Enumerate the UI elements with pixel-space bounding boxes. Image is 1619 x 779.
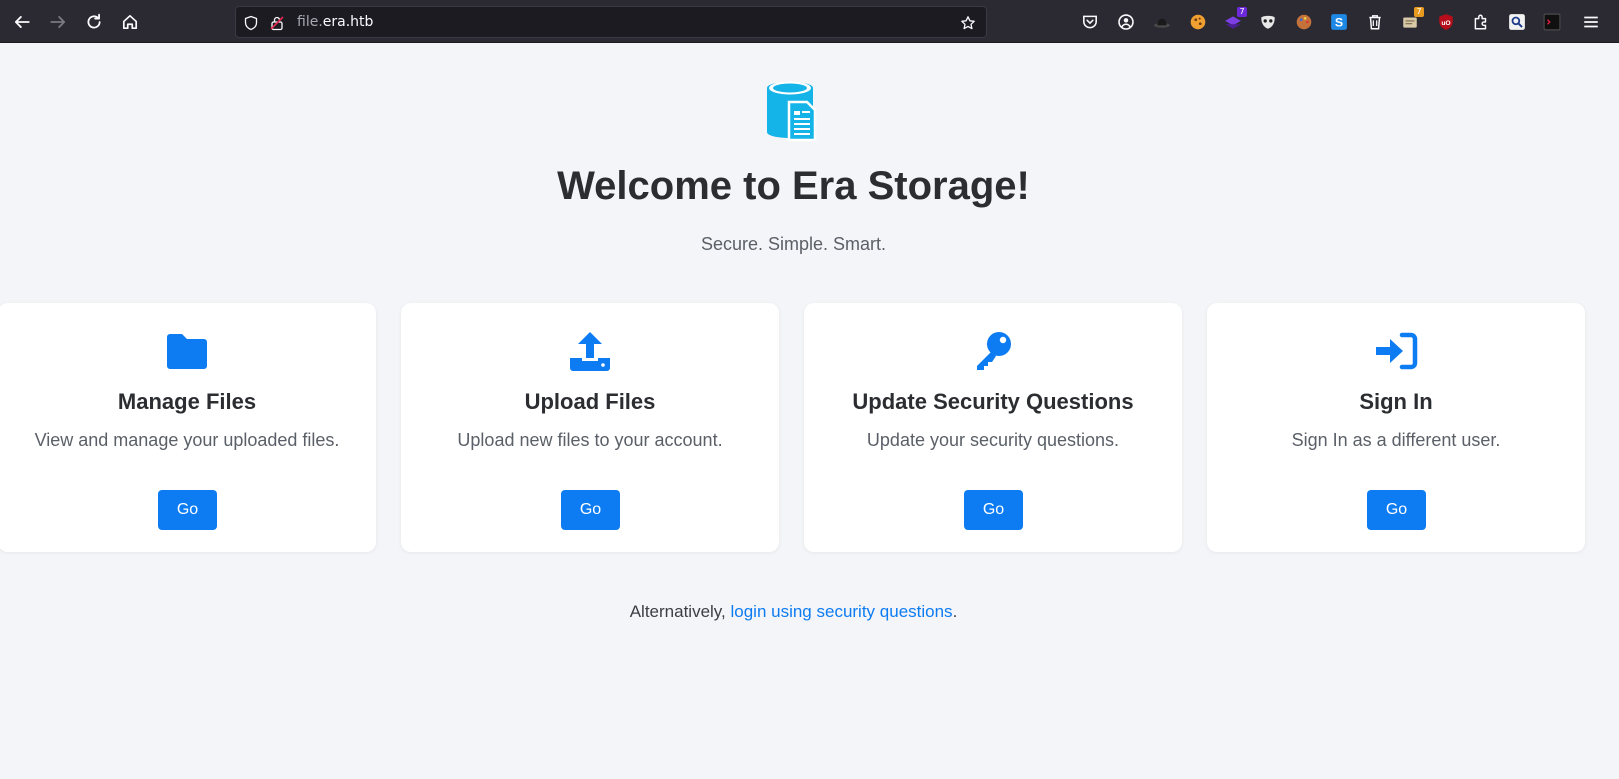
trash-icon[interactable]: [1365, 12, 1385, 32]
footer-suffix: .: [952, 602, 958, 621]
card-update-security-questions: Update Security Questions Update your se…: [804, 303, 1182, 552]
back-arrow-icon: [14, 16, 30, 28]
card-description: Upload new files to your account.: [457, 430, 723, 450]
sign-in-go-button[interactable]: Go: [1367, 490, 1426, 530]
card-upload-files: Upload Files Upload new files to your ac…: [401, 303, 779, 552]
forward-arrow-icon: [50, 16, 66, 28]
back-button[interactable]: [8, 8, 36, 36]
security-questions-login-link[interactable]: login using security questions: [730, 602, 952, 621]
footer-prefix: Alternatively,: [629, 602, 731, 621]
mask-icon[interactable]: [1258, 12, 1278, 32]
wappalyzer-icon[interactable]: 7: [1223, 7, 1247, 32]
browser-toolbar: file.era.htb 7 S 7 uO: [0, 0, 1619, 43]
card-title: Sign In: [1359, 389, 1433, 414]
card-sign-in: Sign In Sign In as a different user. Go: [1207, 303, 1585, 552]
card-title: Upload Files: [524, 389, 656, 414]
account-icon[interactable]: [1116, 12, 1136, 32]
home-icon: [122, 14, 138, 30]
url-text[interactable]: file.era.htb: [297, 14, 373, 30]
card-title: Manage Files: [117, 389, 257, 414]
url-subdomain: file.: [297, 14, 323, 30]
upload-icon: [401, 331, 779, 371]
insecure-lock-icon[interactable]: [267, 13, 287, 33]
hat-icon[interactable]: [1152, 12, 1172, 32]
key-icon: [804, 331, 1182, 371]
reload-icon: [87, 13, 101, 29]
notes-badge: 7: [1414, 7, 1424, 17]
card-manage-files: Manage Files View and manage your upload…: [0, 303, 376, 552]
card-description: View and manage your uploaded files.: [34, 430, 340, 450]
svg-text:S: S: [1335, 16, 1343, 30]
menu-icon[interactable]: [1581, 12, 1601, 32]
pocket-icon[interactable]: [1080, 12, 1100, 32]
page-subtitle: Secure. Simple. Smart.: [700, 234, 887, 254]
reload-button[interactable]: [80, 8, 108, 36]
svg-text:uO: uO: [1441, 20, 1450, 27]
folder-icon: [0, 331, 376, 371]
update-security-go-button[interactable]: Go: [964, 490, 1023, 530]
upload-files-go-button[interactable]: Go: [561, 490, 620, 530]
ublock-icon[interactable]: uO: [1436, 12, 1456, 32]
search-ext-icon[interactable]: [1507, 12, 1527, 32]
manage-files-go-button[interactable]: Go: [158, 490, 217, 530]
s-extension-icon[interactable]: S: [1329, 12, 1349, 32]
card-description: Update your security questions.: [866, 430, 1120, 450]
bookmark-star-icon[interactable]: [958, 13, 978, 33]
page-title: Welcome to Era Storage!: [557, 164, 1030, 208]
notes-icon[interactable]: 7: [1400, 7, 1424, 32]
puzzle-icon[interactable]: [1471, 12, 1491, 32]
sign-in-icon: [1207, 331, 1585, 371]
cookie-icon[interactable]: [1188, 12, 1208, 32]
home-button[interactable]: [116, 8, 144, 36]
url-domain: era.htb: [322, 14, 374, 30]
url-bar[interactable]: file.era.htb: [235, 6, 987, 38]
wappalyzer-badge: 7: [1237, 7, 1247, 17]
terminal-ext-icon[interactable]: [1542, 12, 1562, 32]
alternative-login-text: Alternatively, login using security ques…: [0, 602, 1587, 622]
forward-button[interactable]: [44, 8, 72, 36]
card-title: Update Security Questions: [852, 389, 1134, 414]
palette-icon[interactable]: [1294, 12, 1314, 32]
card-description: Sign In as a different user.: [1291, 430, 1501, 450]
storage-logo-icon: [767, 81, 817, 142]
shield-icon[interactable]: [241, 13, 261, 33]
page-content: Welcome to Era Storage! Secure. Simple. …: [0, 43, 1619, 779]
